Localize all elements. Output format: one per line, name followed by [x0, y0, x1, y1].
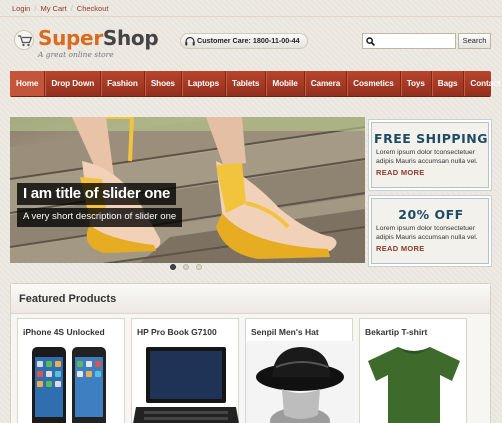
- nav-item-toys[interactable]: Toys: [399, 71, 431, 96]
- product-card[interactable]: Senpil Men's Hat: [245, 318, 354, 423]
- product-name[interactable]: Bekartip T-shirt: [365, 327, 427, 337]
- page: Login / My Cart / Checkout SuperShop A great…: [0, 0, 502, 423]
- product-name[interactable]: Senpil Men's Hat: [251, 327, 319, 337]
- product-card[interactable]: iPhone 4S Unlocked: [17, 318, 125, 423]
- product-image[interactable]: [132, 341, 240, 423]
- nav-item-bags[interactable]: Bags: [430, 71, 464, 96]
- slider[interactable]: I am title of slider one A very short de…: [10, 117, 365, 263]
- promo-text: Lorem ipsum dolor tconsectetuer adipis M…: [376, 149, 478, 165]
- featured-title: Featured Products: [19, 293, 117, 305]
- featured-header: Featured Products: [11, 284, 490, 314]
- customer-care-text: Customer Care: 1800-11-00-44: [197, 36, 300, 45]
- cart-icon: [14, 30, 34, 50]
- nav-item-mobile[interactable]: Mobile: [265, 71, 303, 96]
- nav-item-tablets[interactable]: Tablets: [225, 71, 265, 96]
- top-divider: [0, 16, 502, 17]
- read-more-link[interactable]: READ MORE: [376, 168, 425, 177]
- search-icon: [366, 37, 375, 46]
- headset-icon: [185, 37, 195, 46]
- slider-dots: [170, 264, 202, 270]
- slider-title: I am title of slider one: [17, 183, 176, 205]
- slider-dot[interactable]: [170, 264, 176, 270]
- product-card[interactable]: Bekartip T-shirt: [359, 318, 467, 423]
- slider-dot[interactable]: [196, 264, 202, 270]
- search-button[interactable]: Search: [458, 33, 491, 49]
- promo-free-shipping[interactable]: FREE SHIPPING Lorem ipsum dolor tconsect…: [371, 122, 489, 188]
- product-image[interactable]: [246, 341, 354, 423]
- nav-item-fashion[interactable]: Fashion: [100, 71, 144, 96]
- logo-title: SuperShop: [38, 26, 159, 50]
- login-link[interactable]: Login: [12, 4, 30, 13]
- promo-discount[interactable]: 20% OFF Lorem ipsum dolor tconsectetuer …: [371, 198, 489, 264]
- top-links: Login / My Cart / Checkout: [12, 4, 109, 13]
- product-card[interactable]: HP Pro Book G7100: [131, 318, 239, 423]
- nav-item-shoes[interactable]: Shoes: [143, 71, 181, 96]
- main-nav: Home Drop Down Fashion Shoes Laptops Tablets M…: [10, 71, 502, 96]
- nav-item-drop-down[interactable]: Drop Down: [44, 71, 100, 96]
- promo-text: Lorem ipsum dolor tconsectetuer adipis M…: [376, 225, 478, 241]
- nav-item-laptops[interactable]: Laptops: [180, 71, 225, 96]
- promo-title: 20% OFF: [398, 207, 464, 222]
- logo-tagline: A great online store: [38, 50, 114, 59]
- search-box: [362, 33, 456, 49]
- nav-item-home[interactable]: Home: [10, 71, 45, 96]
- product-image[interactable]: [18, 341, 126, 423]
- search-input[interactable]: [378, 35, 454, 47]
- nav-item-camera[interactable]: Camera: [303, 71, 346, 96]
- slider-dot[interactable]: [183, 264, 189, 270]
- nav-item-cosmetics[interactable]: Cosmetics: [346, 71, 400, 96]
- my-cart-link[interactable]: My Cart: [40, 4, 66, 13]
- slider-description: A very short description of slider one: [17, 208, 183, 227]
- promo-title: FREE SHIPPING: [374, 131, 488, 146]
- read-more-link[interactable]: READ MORE: [376, 244, 425, 253]
- product-name[interactable]: HP Pro Book G7100: [137, 327, 217, 337]
- nav-item-contact-us[interactable]: Contact Us: [463, 71, 502, 96]
- checkout-link[interactable]: Checkout: [77, 4, 109, 13]
- product-name[interactable]: iPhone 4S Unlocked: [23, 327, 105, 337]
- customer-care: Customer Care: 1800-11-00-44: [180, 33, 308, 49]
- product-image[interactable]: [360, 341, 468, 423]
